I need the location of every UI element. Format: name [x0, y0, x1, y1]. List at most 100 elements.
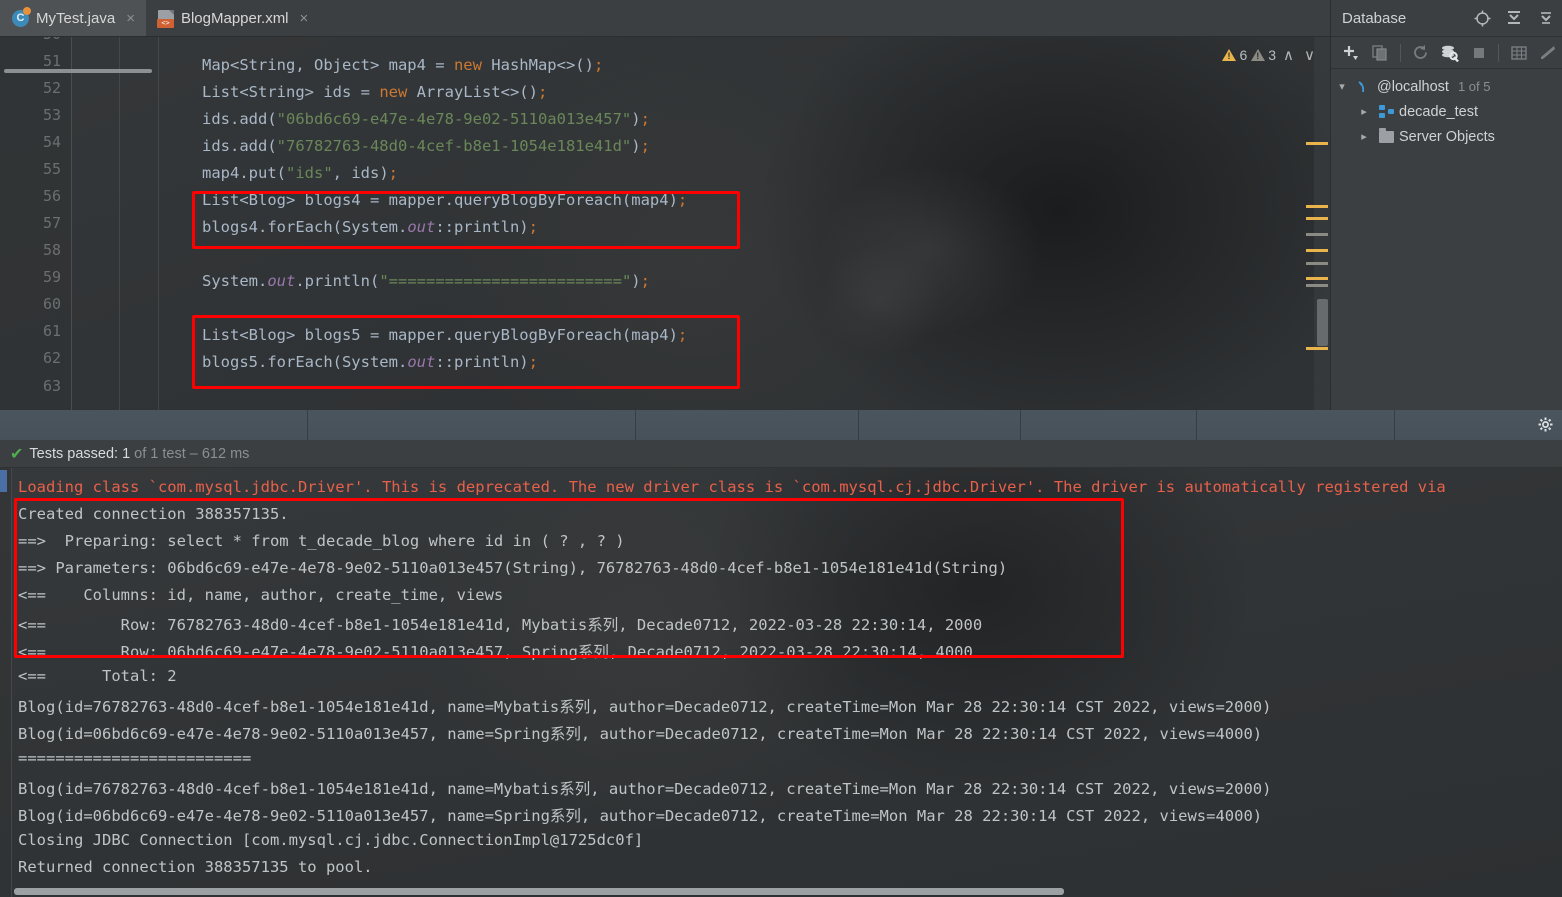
chevron-down-icon[interactable]: ▾: [1331, 80, 1353, 93]
tree-item-label: Server Objects: [1399, 128, 1495, 145]
console-line-0: Loading class `com.mysql.jdbc.Driver'. T…: [18, 478, 1446, 496]
chevron-up-icon[interactable]: ∧: [1280, 46, 1297, 64]
scrollbar-warning-marker[interactable]: [1306, 347, 1328, 350]
console-line-2: ==> Preparing: select * from t_decade_bl…: [18, 532, 625, 550]
gear-icon[interactable]: [1538, 417, 1553, 436]
line-number: 57: [42, 214, 61, 232]
code-line-59: System.out.println("====================…: [202, 272, 650, 290]
data-source-properties-icon[interactable]: [1436, 40, 1463, 66]
stop-icon[interactable]: [1465, 40, 1492, 66]
close-icon[interactable]: ×: [126, 10, 135, 27]
console-line-9: Blog(id=06bd6c69-e47e-4e78-9e02-5110a013…: [18, 725, 1263, 743]
line-number: 62: [42, 349, 61, 367]
database-tree[interactable]: ▾ @localhost 1 of 5 ▸ decade_test ▸ Serv…: [1331, 69, 1562, 149]
database-panel-title: Database: [1342, 9, 1407, 27]
database-toolbar: [1331, 37, 1562, 69]
folder-icon: [1375, 127, 1397, 143]
scrollbar-warning-marker[interactable]: [1306, 142, 1328, 145]
code-text-area[interactable]: Map<String, Object> map4 = new HashMap<>…: [72, 37, 1330, 410]
tests-passed-label: Tests passed:: [29, 445, 119, 462]
refresh-icon[interactable]: [1407, 40, 1434, 66]
copy-icon[interactable]: [1366, 40, 1393, 66]
line-number: 60: [42, 295, 61, 313]
table-icon[interactable]: [1505, 40, 1532, 66]
code-line-61: List<Blog> blogs5 = mapper.queryBlogByFo…: [202, 326, 688, 344]
scrollbar-warning-marker[interactable]: [1306, 205, 1328, 208]
console-output[interactable]: Loading class `com.mysql.jdbc.Driver'. T…: [0, 468, 1562, 897]
target-icon[interactable]: [1466, 0, 1498, 37]
line-number: 58: [42, 241, 61, 259]
chevron-right-icon[interactable]: ▸: [1353, 105, 1375, 118]
scrollbar-warning-marker[interactable]: [1306, 277, 1328, 280]
console-gutter-marker: [0, 470, 7, 492]
console-line-13: Closing JDBC Connection [com.mysql.cj.jd…: [18, 831, 644, 849]
code-line-55: map4.put("ids", ids);: [202, 164, 399, 182]
line-number: 61: [42, 322, 61, 340]
check-icon: ✔: [10, 445, 24, 463]
add-icon[interactable]: [1337, 40, 1364, 66]
line-number: 50: [43, 37, 61, 43]
tree-item-count: 1 of 5: [1457, 79, 1491, 94]
toolbar-separator: [1498, 43, 1500, 62]
weak-warning-triangle-icon: [1251, 49, 1266, 61]
console-horizontal-scrollbar[interactable]: [14, 888, 1064, 895]
editor-vertical-scrollbar[interactable]: [1306, 37, 1330, 410]
warning-count: 6: [1239, 47, 1248, 63]
console-gutter: [0, 468, 12, 897]
scrollbar-warning-marker[interactable]: [1306, 249, 1328, 252]
chevron-right-icon[interactable]: ▸: [1353, 130, 1375, 143]
strip-divider: [858, 410, 859, 440]
strip-divider: [307, 410, 308, 440]
connection-icon: [1353, 79, 1375, 95]
warning-count-chip[interactable]: 6: [1222, 47, 1247, 63]
console-line-3: ==> Parameters: 06bd6c69-e47e-4e78-9e02-…: [18, 559, 1008, 577]
editor-horizontal-scrollbar[interactable]: [4, 69, 152, 73]
collapse-all-icon[interactable]: [1498, 0, 1530, 37]
line-number: 51: [42, 52, 61, 70]
console-line-4: <== Columns: id, name, author, create_ti…: [18, 586, 504, 604]
tree-item-label: @localhost: [1377, 78, 1449, 95]
code-line-51: Map<String, Object> map4 = new HashMap<>…: [202, 56, 604, 74]
line-number: 54: [42, 133, 61, 151]
tree-item-server-objects[interactable]: ▸ Server Objects: [1331, 124, 1562, 149]
inspection-widget[interactable]: 6 3 ∧ ∨: [1218, 43, 1322, 67]
scrollbar-weak-warning-marker[interactable]: [1306, 233, 1328, 236]
tree-item-decade-test[interactable]: ▸ decade_test: [1331, 99, 1562, 124]
test-status-bar: ✔ Tests passed: 1 of 1 test – 612 ms: [0, 440, 1562, 468]
editor-gutter[interactable]: 50 51 52 53 54 55 56 57 58 59 60 61 62 6…: [0, 37, 72, 410]
editor-tab-bar: C MyTest.java × BlogMapper.xml ×: [0, 0, 1330, 37]
console-line-12: Blog(id=06bd6c69-e47e-4e78-9e02-5110a013…: [18, 807, 1263, 825]
tree-item-label: decade_test: [1399, 103, 1479, 120]
tab-mytest-java[interactable]: C MyTest.java ×: [0, 0, 146, 36]
tab-blogmapper-xml[interactable]: BlogMapper.xml ×: [146, 0, 319, 36]
code-line-53: ids.add("06bd6c69-e47e-4e78-9e02-5110a01…: [202, 110, 650, 128]
console-line-10: =========================: [18, 749, 252, 767]
close-icon[interactable]: ×: [300, 10, 309, 27]
tab-label: BlogMapper.xml: [180, 9, 289, 27]
weak-warning-count-chip[interactable]: 3: [1251, 47, 1276, 63]
line-number: 55: [42, 160, 61, 178]
console-line-11: Blog(id=76782763-48d0-4cef-b8e1-1054e181…: [18, 780, 1272, 798]
line-number: 59: [42, 268, 61, 286]
scrollbar-weak-warning-marker[interactable]: [1306, 284, 1328, 287]
console-line-14: Returned connection 388357135 to pool.: [18, 858, 373, 876]
expand-all-icon[interactable]: [1530, 0, 1562, 37]
console-line-1: Created connection 388357135.: [18, 505, 289, 523]
edit-icon[interactable]: [1535, 40, 1562, 66]
scrollbar-weak-warning-marker[interactable]: [1306, 262, 1328, 265]
java-class-icon: C: [12, 6, 31, 27]
console-line-6: <== Row: 06bd6c69-e47e-4e78-9e02-5110a01…: [18, 643, 973, 661]
scrollbar-thumb[interactable]: [1317, 299, 1328, 346]
tests-passed-detail: of 1 test – 612 ms: [134, 445, 250, 462]
tree-item-localhost[interactable]: ▾ @localhost 1 of 5: [1331, 74, 1562, 99]
code-line-56: List<Blog> blogs4 = mapper.queryBlogByFo…: [202, 191, 688, 209]
code-line-57: blogs4.forEach(System.out::println);: [202, 218, 538, 236]
code-editor[interactable]: 50 51 52 53 54 55 56 57 58 59 60 61 62 6…: [0, 37, 1330, 410]
console-line-7: <== Total: 2: [18, 667, 177, 685]
weak-warning-count: 3: [1268, 47, 1277, 63]
strip-divider: [1196, 410, 1197, 440]
scrollbar-warning-marker[interactable]: [1306, 217, 1328, 220]
run-tool-window-strip: [0, 410, 1562, 440]
line-number: 63: [42, 377, 61, 395]
strip-divider: [1020, 410, 1021, 440]
